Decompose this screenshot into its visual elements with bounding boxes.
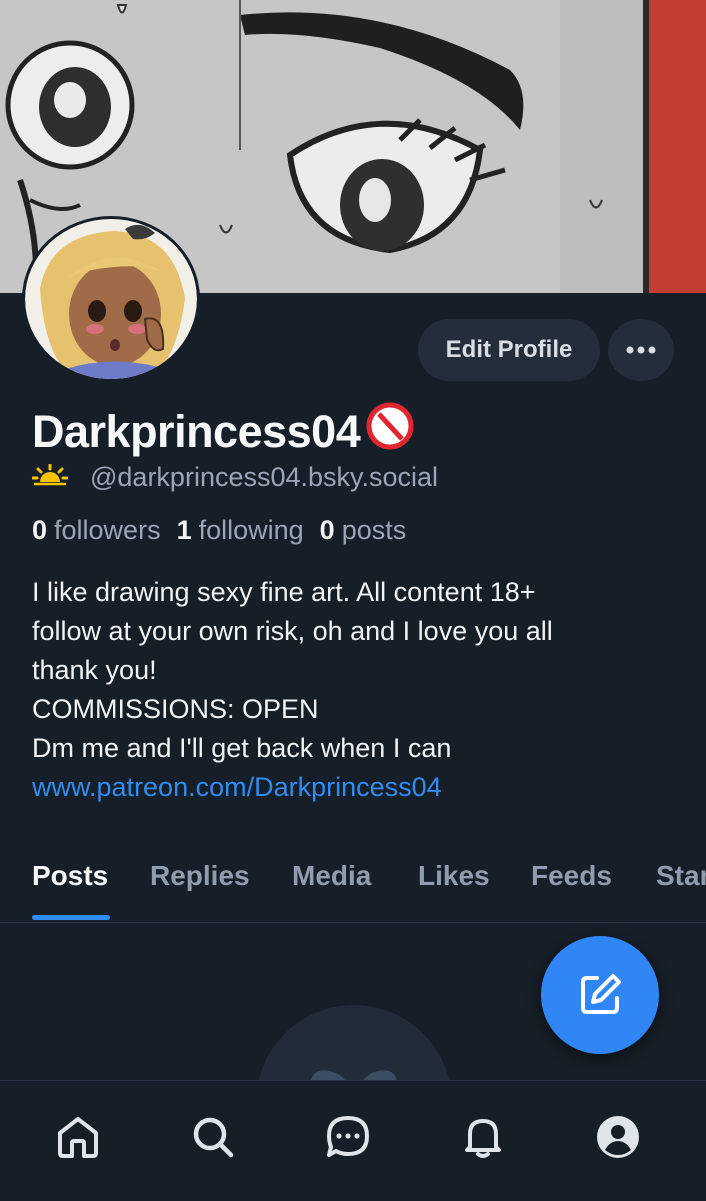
- avatar-image: [25, 219, 197, 379]
- followers-stat[interactable]: 0 followers: [32, 515, 161, 546]
- followers-label: followers: [54, 515, 161, 545]
- compose-icon: [581, 974, 621, 1014]
- tab-media[interactable]: Media: [292, 860, 371, 892]
- nav-home[interactable]: [50, 1109, 106, 1165]
- edit-profile-button[interactable]: Edit Profile: [418, 319, 600, 381]
- profile-tabs: Posts Replies Media Likes Feeds Starter …: [0, 848, 706, 923]
- tab-replies[interactable]: Replies: [150, 860, 250, 892]
- compose-button[interactable]: [541, 936, 659, 1054]
- posts-count: 0: [319, 515, 335, 545]
- nav-chat[interactable]: [320, 1109, 376, 1165]
- following-label: following: [198, 515, 304, 545]
- tab-likes[interactable]: Likes: [418, 860, 490, 892]
- chat-icon: [327, 1116, 369, 1157]
- following-stat[interactable]: 1 following: [177, 515, 304, 546]
- bio-line: COMMISSIONS: OPEN: [32, 694, 319, 724]
- tab-posts[interactable]: Posts: [32, 860, 108, 892]
- display-name-row: Darkprincess04: [32, 400, 416, 463]
- bio-line: thank you!: [32, 655, 157, 685]
- posts-stat: 0 posts: [320, 515, 407, 546]
- bio-line: I like drawing sexy fine art. All conten…: [32, 577, 536, 607]
- nav-search[interactable]: [185, 1109, 241, 1165]
- bio-line: Dm me and I'll get back when I can: [32, 733, 452, 763]
- following-count: 1: [176, 515, 192, 545]
- ellipsis-icon: [626, 346, 656, 354]
- nav-notifications[interactable]: [455, 1109, 511, 1165]
- active-tab-indicator: [32, 915, 110, 920]
- posts-label: posts: [341, 515, 407, 545]
- patreon-link[interactable]: www.patreon.com/Darkprincess04: [32, 768, 682, 807]
- no-18-emoji-icon: [364, 400, 416, 463]
- sun-icon: [31, 462, 69, 493]
- bell-icon: [465, 1119, 501, 1158]
- search-icon: [193, 1117, 234, 1158]
- more-options-button[interactable]: [608, 319, 674, 381]
- profile-icon: [597, 1116, 639, 1158]
- nav-profile[interactable]: [590, 1109, 646, 1165]
- home-icon: [58, 1117, 98, 1158]
- profile-bio: I like drawing sexy fine art. All conten…: [32, 573, 682, 807]
- followers-count: 0: [32, 515, 48, 545]
- bio-line: follow at your own risk, oh and I love y…: [32, 616, 553, 646]
- bottom-nav: [0, 1080, 706, 1201]
- tab-feeds[interactable]: Feeds: [531, 860, 612, 892]
- profile-stats: 0 followers 1 following 0 posts: [32, 515, 422, 546]
- butterfly-icon: [311, 1070, 397, 1080]
- handle-text[interactable]: @darkprincess04.bsky.social: [90, 462, 438, 493]
- display-name: Darkprincess04: [32, 405, 361, 457]
- avatar[interactable]: [22, 216, 200, 382]
- handle-row: @darkprincess04.bsky.social: [31, 462, 438, 493]
- tab-starter-packs[interactable]: Starter Packs: [656, 860, 706, 892]
- empty-state-circle: [256, 1005, 452, 1080]
